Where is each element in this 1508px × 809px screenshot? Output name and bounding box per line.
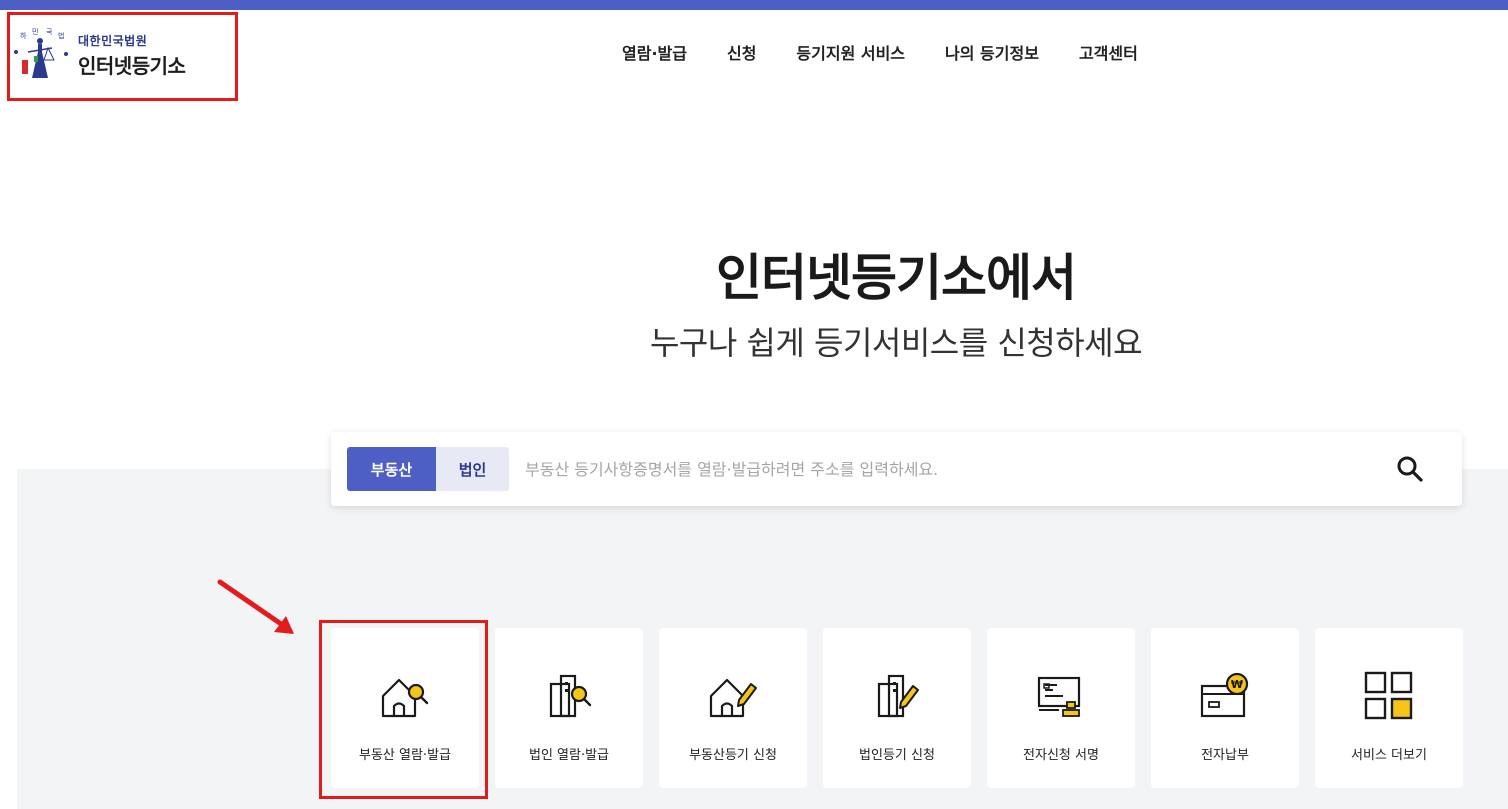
tab-real-estate[interactable]: 부동산 bbox=[347, 447, 436, 491]
svg-text:법: 법 bbox=[58, 31, 64, 40]
logo-subtitle: 대한민국법원 bbox=[78, 33, 148, 48]
search-type-tabs: 부동산 법인 bbox=[347, 447, 509, 491]
tab-corporation[interactable]: 법인 bbox=[436, 447, 509, 491]
service-label: 서비스 더보기 bbox=[1351, 748, 1427, 763]
building-pen-icon bbox=[877, 674, 919, 718]
service-card-e-payment[interactable]: ₩ 전자납부 bbox=[1151, 628, 1299, 788]
address-search-input[interactable] bbox=[525, 447, 1390, 491]
logo-title: 인터넷등기소 bbox=[78, 53, 186, 78]
search-panel: 부동산 법인 bbox=[331, 432, 1462, 506]
service-label: 전자납부 bbox=[1201, 748, 1249, 763]
service-label: 법인 열람·발급 bbox=[528, 748, 610, 763]
nav-item-registry-support[interactable]: 등기지원 서비스 bbox=[796, 40, 905, 64]
service-label: 부동산 열람·발급 bbox=[359, 748, 451, 763]
service-card-real-estate-apply[interactable]: 부동산등기 신청 bbox=[659, 628, 807, 788]
search-button[interactable] bbox=[1390, 449, 1430, 489]
nav-item-apply[interactable]: 신청 bbox=[727, 40, 756, 64]
service-card-corporation-apply[interactable]: 법인등기 신청 bbox=[823, 628, 971, 788]
main-nav: 열람·발급 신청 등기지원 서비스 나의 등기정보 고객센터 bbox=[622, 40, 1138, 64]
house-search-icon bbox=[381, 678, 429, 718]
service-card-corporation-view[interactable]: 법인 열람·발급 bbox=[495, 628, 643, 788]
hero-title: 인터넷등기소에서 bbox=[716, 249, 1077, 307]
top-accent-bar bbox=[0, 0, 1508, 10]
svg-text:국: 국 bbox=[46, 28, 53, 36]
hero-subtitle: 누구나 쉽게 등기서비스를 신청하세요 bbox=[649, 324, 1143, 362]
card-won-icon: ₩ bbox=[1200, 672, 1249, 718]
quick-services: 부동산 열람·발급 법인 열람·발급 부동산등기 신청 법인등기 신청 전자신청… bbox=[331, 628, 1463, 788]
service-card-e-sign[interactable]: 전자신청 서명 bbox=[987, 628, 1135, 788]
service-label: 전자신청 서명 bbox=[1023, 748, 1099, 763]
service-label: 부동산등기 신청 bbox=[689, 748, 777, 763]
service-card-more[interactable]: 서비스 더보기 bbox=[1315, 628, 1463, 788]
document-stamp-icon bbox=[1037, 676, 1081, 717]
court-emblem-icon: 하 민 국 법 bbox=[14, 27, 68, 78]
house-pen-icon bbox=[709, 678, 757, 718]
svg-text:하: 하 bbox=[20, 31, 27, 40]
grid-more-icon bbox=[1364, 671, 1413, 720]
site-logo[interactable]: 하 민 국 법 대한민국법원 인터넷등기소 bbox=[14, 24, 224, 86]
service-label: 법인등기 신청 bbox=[859, 748, 935, 763]
nav-item-view-issue[interactable]: 열람·발급 bbox=[622, 40, 687, 64]
nav-item-my-registry[interactable]: 나의 등기정보 bbox=[945, 40, 1039, 64]
search-icon bbox=[1397, 456, 1423, 482]
building-search-icon bbox=[549, 674, 592, 718]
svg-text:₩: ₩ bbox=[1231, 678, 1243, 691]
service-card-real-estate-view[interactable]: 부동산 열람·발급 bbox=[331, 628, 479, 788]
svg-text:민: 민 bbox=[32, 27, 38, 36]
nav-item-customer-center[interactable]: 고객센터 bbox=[1079, 40, 1138, 64]
